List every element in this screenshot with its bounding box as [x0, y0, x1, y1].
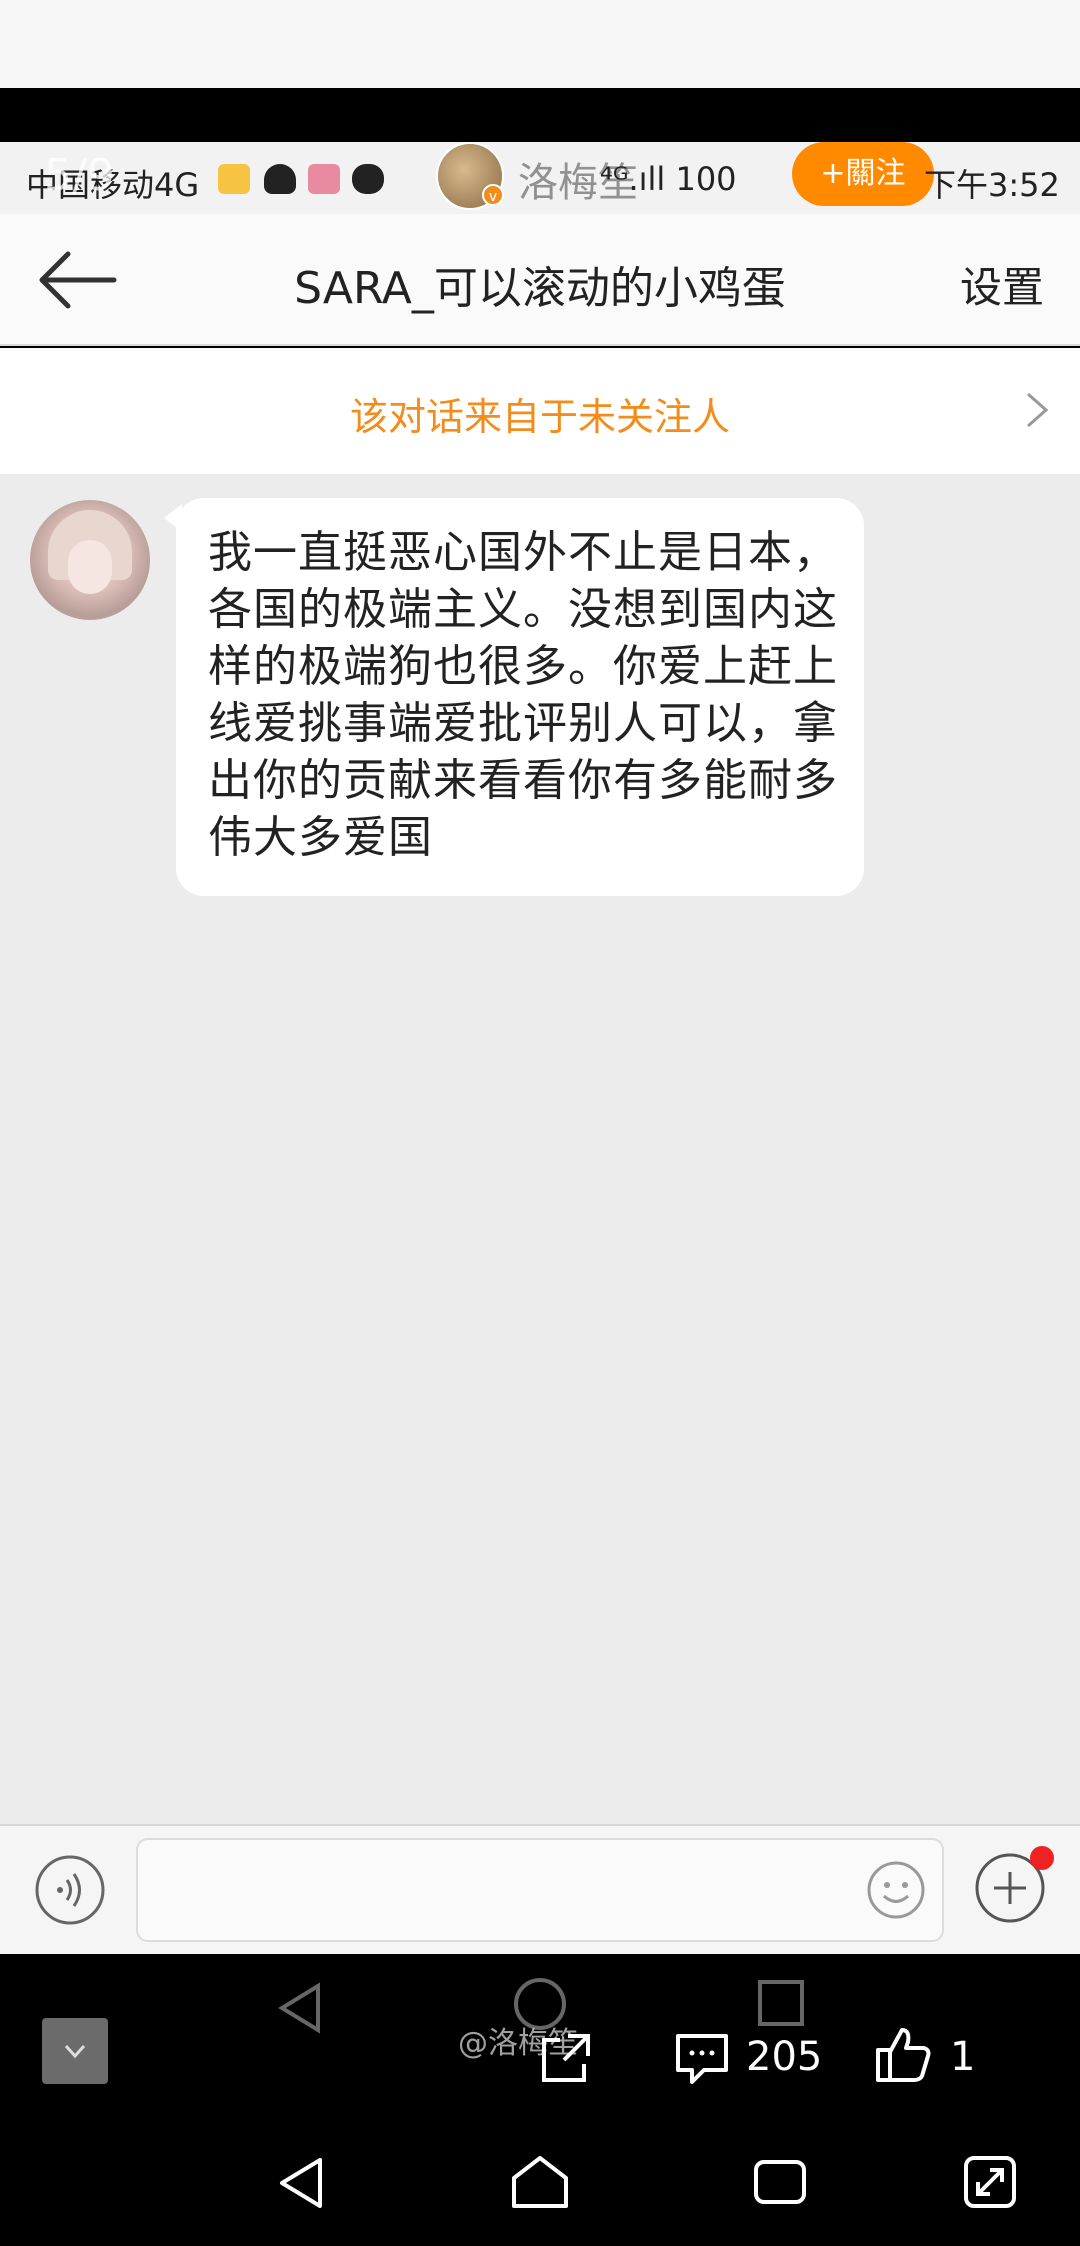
- clock: 下午3:52: [924, 166, 1060, 204]
- nav-back-icon[interactable]: [276, 2156, 326, 2210]
- comment-count: 205: [746, 2034, 823, 2080]
- emoji-icon[interactable]: [866, 1860, 926, 1920]
- collapse-button[interactable]: [42, 2018, 108, 2084]
- page-title: SARA_可以滚动的小鸡蛋: [294, 263, 786, 314]
- weibo-notification-icon: [218, 164, 250, 194]
- fullscreen-icon[interactable]: [962, 2154, 1018, 2210]
- chevron-down-icon: [64, 2044, 86, 2059]
- signal-battery-indicator: ⁴ᴳ.ıll 100: [600, 160, 737, 198]
- status-bar: 中国移动4G 5/9 v 洛梅笙 ⁴ᴳ.ıll 100 +關注 下午3:52: [0, 142, 1080, 214]
- input-bar: [0, 1824, 1080, 1954]
- top-blank-strip: [0, 0, 1080, 88]
- share-icon[interactable]: [538, 2030, 594, 2086]
- chat-area: 我一直挺恶心国外不止是日本，各国的极端主义。没想到国内这样的极端狗也很多。你爱上…: [0, 474, 1080, 1824]
- settings-button[interactable]: 设置: [960, 254, 1044, 315]
- qq-notification-icon: [264, 164, 296, 194]
- like-count: 1: [950, 2034, 976, 2080]
- sender-avatar[interactable]: [30, 500, 150, 620]
- viewer-toolbar: @洛梅笙 205 1: [0, 1954, 1080, 2114]
- nav-home-icon[interactable]: [510, 2154, 570, 2210]
- page-counter: 5/9: [44, 150, 115, 201]
- top-black-strip: [0, 88, 1080, 142]
- verified-badge-icon: v: [482, 184, 504, 206]
- message-bubble[interactable]: 我一直挺恶心国外不止是日本，各国的极端主义。没想到国内这样的极端狗也很多。你爱上…: [176, 498, 864, 896]
- wechat-notification-icon: [352, 164, 384, 194]
- comment-icon[interactable]: [674, 2030, 730, 2086]
- stranger-notice-banner[interactable]: 该对话来自于未关注人: [0, 348, 1080, 474]
- nav-recents-icon[interactable]: [752, 2158, 808, 2206]
- chevron-right-icon: [1027, 392, 1049, 428]
- lofter-notification-icon: [308, 164, 340, 194]
- message-input[interactable]: [136, 1838, 944, 1942]
- notification-dot: [1030, 1846, 1054, 1870]
- follow-button[interactable]: +關注: [792, 142, 934, 206]
- message-text: 我一直挺恶心国外不止是日本，各国的极端主义。没想到国内这样的极端狗也很多。你爱上…: [208, 527, 838, 863]
- system-navigation-bar: [0, 2114, 1080, 2246]
- thumbs-up-icon[interactable]: [874, 2026, 932, 2084]
- voice-input-icon[interactable]: [34, 1854, 106, 1926]
- stranger-notice-text: 该对话来自于未关注人: [349, 395, 730, 439]
- chat-header: SARA_可以滚动的小鸡蛋 设置: [0, 214, 1080, 346]
